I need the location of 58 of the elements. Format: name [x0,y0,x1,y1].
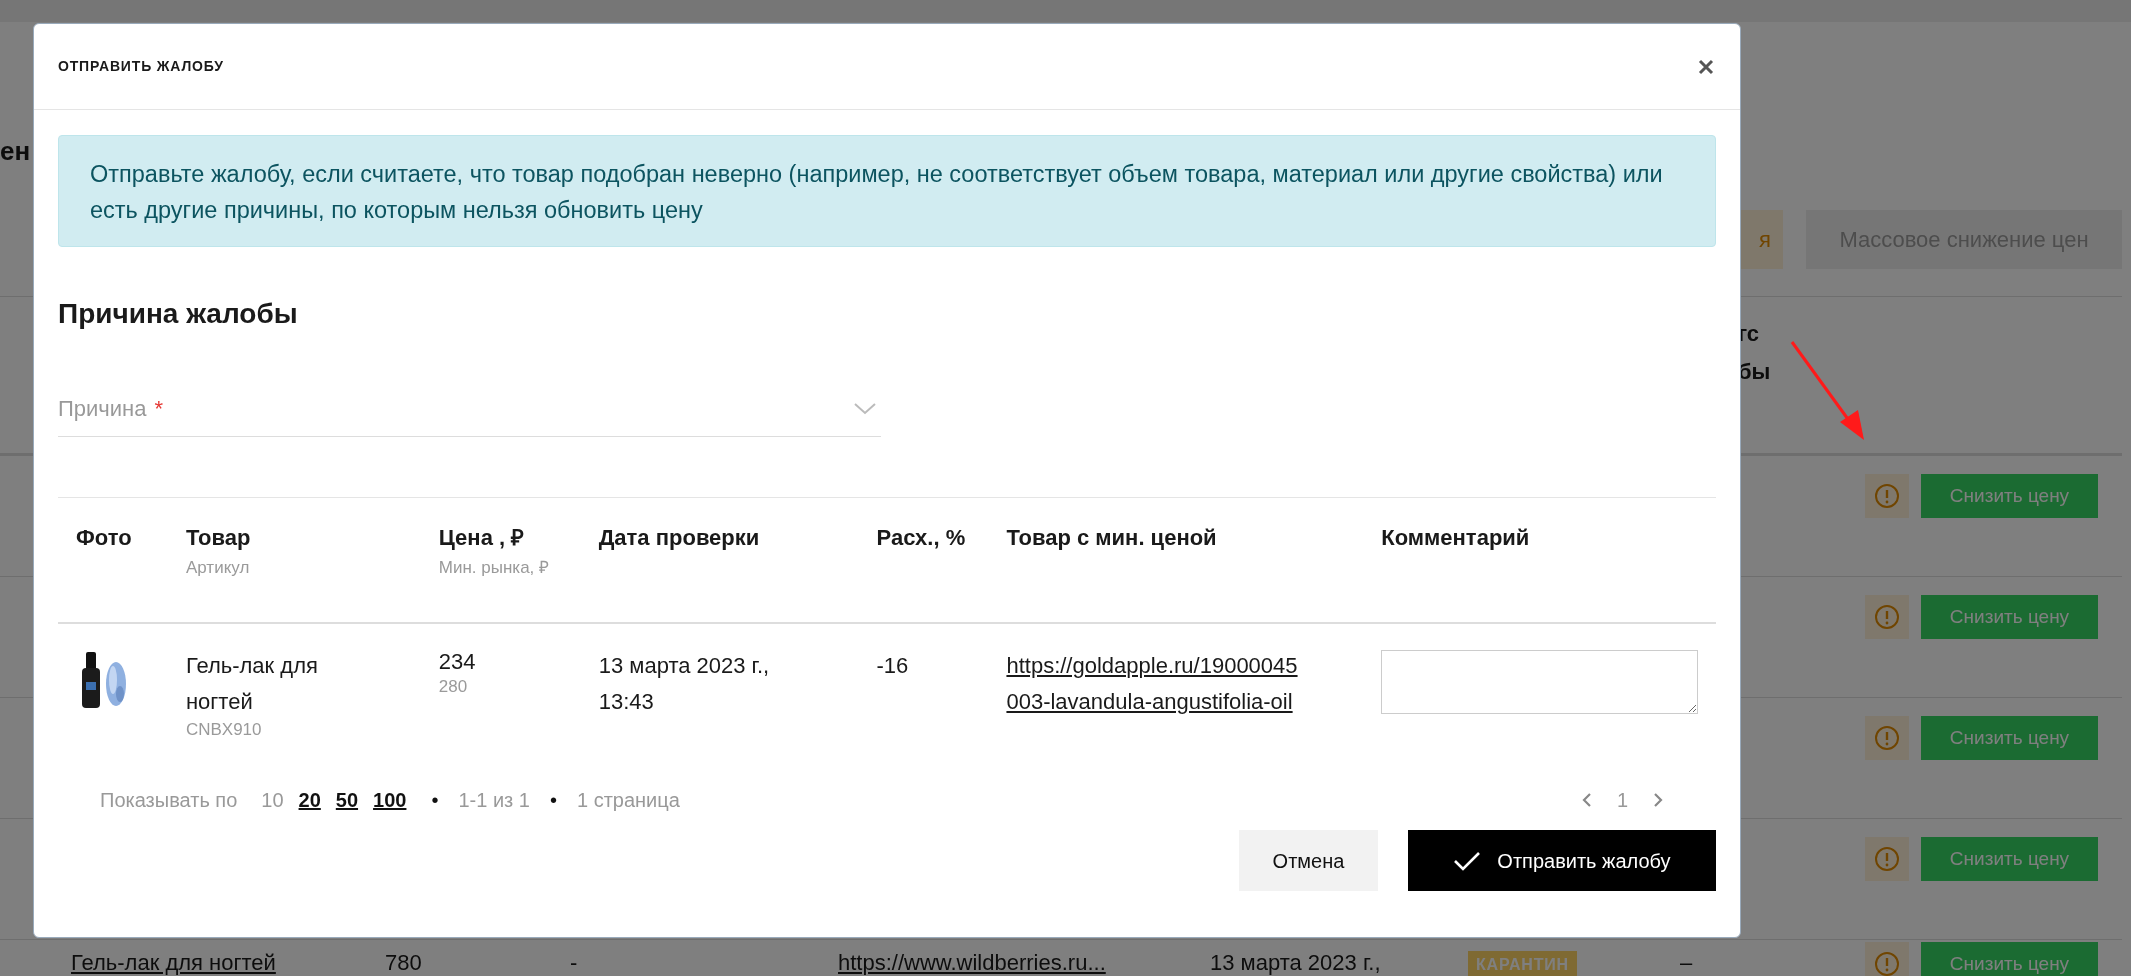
page-size-link[interactable]: 50 [335,785,359,815]
warning-icon [1874,483,1900,509]
table-cell: -16 [876,653,909,678]
warning-icon [1874,846,1900,872]
warning-button[interactable] [1865,474,1909,518]
product-link[interactable]: Гель-лак для ногтей [71,946,385,976]
required-mark: * [154,396,164,421]
column-subheader: Артикул [185,557,251,579]
section-title: Причина жалобы [58,297,299,331]
chevron-left-icon [1581,792,1592,808]
separator-dot: • [549,788,557,813]
column-header: Товар [185,524,252,552]
comment-field[interactable] [1381,650,1699,714]
pages-text: 1 страница [576,788,680,813]
table-cell-text: 780 [385,949,423,976]
page-size-label: Показывать по [100,788,238,813]
table-cell-text: 234 [438,648,477,676]
reason-select[interactable]: Причина * [58,381,881,437]
warning-icon [1874,725,1900,751]
table-cell-text: 13 марта 2023 г., 13:43 [598,652,771,716]
dialog-title: ОТПРАВИТЬ ЖАЛОБУ [58,57,224,76]
cancel-button[interactable]: Отмена [1239,830,1378,891]
warning-icon [1874,951,1900,976]
column-header: Комментарий [1381,524,1531,552]
column-subheader: Мин. рынка, ₽ [438,557,551,579]
chevron-right-icon [1653,792,1663,808]
close-icon [1698,58,1714,75]
warning-button[interactable] [1865,837,1909,881]
select-placeholder: Причина [58,396,147,421]
column-header: Товар с мин. ценой [1006,524,1218,552]
product-link[interactable]: https://www.wildberries.ru... [838,946,1210,976]
status-badge: КАРАНТИН [1468,951,1577,976]
table-cell-text: - [570,949,579,976]
warning-button[interactable] [1865,716,1909,760]
warning-button[interactable] [1865,595,1909,639]
product-name: Гель-лак для ногтей [185,652,319,716]
table-cell-text: 13 марта 2023 г., [1210,949,1382,976]
submit-button[interactable]: Отправить жалобу [1408,830,1716,891]
info-alert: Отправьте жалобу, если считаете, что товар подобран неверно (например, не соответствует объем товара, материал или другие свойства) или есть другие причины, по которым нельзя обновить цену [58,135,1716,247]
column-header: Фото [76,524,133,552]
checkmark-icon [1453,849,1482,872]
separator-dot: • [431,788,439,813]
warning-icon [1874,604,1900,630]
range-text: 1-1 из 1 [458,788,530,813]
chevron-down-icon [853,401,877,416]
table-cell-text: 280 [438,676,469,698]
column-header: Цена , ₽ [438,524,526,552]
table-cell-text: – [1680,949,1694,976]
page-size-link[interactable]: 10 [261,785,284,815]
product-sku: CNBX910 [185,720,263,740]
page-number: 1 [1616,788,1628,813]
column-header: Расх., % [876,524,967,552]
column-header: Дата проверки [598,524,761,552]
page-title: ен [0,138,31,164]
product-link[interactable]: https://goldapple.ru/19000045003-lavandula-angustifolia-oil [1006,648,1307,720]
page-size-link[interactable]: 100 [373,785,407,815]
page-size-link[interactable]: 20 [298,785,321,815]
warning-button[interactable] [1865,942,1909,976]
